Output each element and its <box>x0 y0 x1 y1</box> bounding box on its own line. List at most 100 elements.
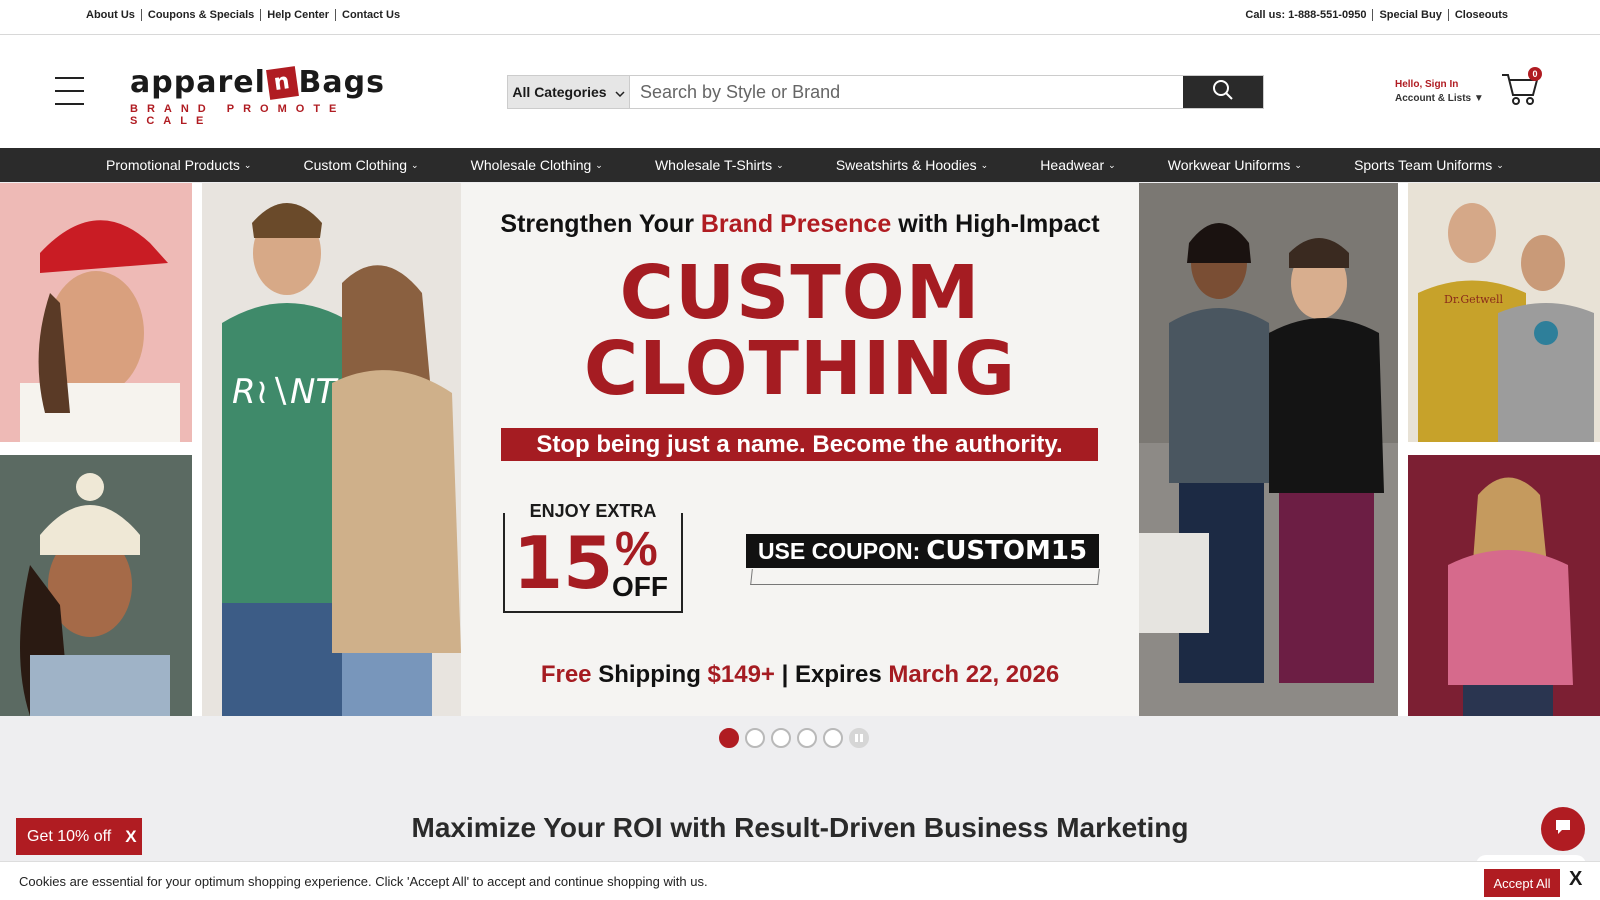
coupons-specials-link[interactable]: Coupons & Specials <box>142 9 262 21</box>
enjoy-extra-label: ENJOY EXTRA <box>523 501 663 522</box>
carousel-dot-1[interactable] <box>719 728 739 748</box>
discount-box: ENJOY EXTRA 15 % OFF <box>503 501 683 613</box>
carousel-dots <box>719 728 869 748</box>
shipping-line: Free Shipping $149+ | Expires March 22, … <box>461 661 1139 689</box>
search-button[interactable] <box>1183 76 1263 108</box>
sign-in-label: Hello, Sign In <box>1395 79 1459 90</box>
nav-wholesale-tshirts[interactable]: Wholesale T-Shirts ⌄ <box>655 157 784 173</box>
nav-label: Wholesale T-Shirts <box>654 157 773 173</box>
chevron-down-icon: ⌄ <box>411 159 419 170</box>
hero-headline: Strengthen Your Brand Presence with High… <box>461 210 1139 239</box>
category-select[interactable]: All Categories <box>508 76 630 108</box>
coupon-label: USE COUPON: <box>757 537 921 564</box>
nav-label: Workwear Uniforms <box>1167 157 1291 173</box>
hero-promo-panel: Strengthen Your Brand Presence with High… <box>461 183 1139 716</box>
nav-label: Sports Team Uniforms <box>1354 157 1493 173</box>
top-links-right: Call us: 1-888-551-0950 Special Buy Clos… <box>1239 9 1514 21</box>
carousel-dot-4[interactable] <box>797 728 817 748</box>
close-icon[interactable]: X <box>1569 868 1582 891</box>
ship-expires: Expires <box>795 661 882 688</box>
nav-label: Headwear <box>1040 157 1105 173</box>
photo-red-cap-woman <box>0 183 192 442</box>
account-menu[interactable]: Hello, Sign In Account & Lists ▼ <box>1395 78 1484 106</box>
about-us-link[interactable]: About Us <box>86 9 142 21</box>
pause-icon[interactable] <box>849 728 869 748</box>
chat-button[interactable] <box>1541 807 1585 851</box>
carousel-dot-2[interactable] <box>745 728 765 748</box>
logo-word-bags: Bags <box>298 65 385 100</box>
nav-label: Promotional Products <box>106 157 240 173</box>
search-input[interactable] <box>630 76 1183 108</box>
nav-promotional-products[interactable]: Promotional Products ⌄ <box>106 157 251 173</box>
coupon-banner: USE COUPON: CUSTOM15 <box>746 534 1099 568</box>
nav-workwear-uniforms[interactable]: Workwear Uniforms ⌄ <box>1168 157 1302 173</box>
discount-popup-label: Get 10% off <box>27 827 112 845</box>
search-bar: All Categories <box>507 75 1264 109</box>
carousel-dot-5[interactable] <box>823 728 843 748</box>
nav-label: Wholesale Clothing <box>470 157 592 173</box>
section-title: Maximize Your ROI with Result-Driven Bus… <box>411 812 1189 843</box>
call-us-link[interactable]: Call us: 1-888-551-0950 <box>1239 9 1374 21</box>
coupon-code: CUSTOM15 <box>926 536 1088 566</box>
closeouts-link[interactable]: Closeouts <box>1449 9 1514 21</box>
headline-highlight: Brand Presence <box>700 210 892 238</box>
nav-headwear[interactable]: Headwear ⌄ <box>1040 157 1115 173</box>
cookie-banner: Cookies are essential for your optimum s… <box>0 861 1600 900</box>
search-icon <box>1212 79 1234 106</box>
logo-n-badge: n <box>265 65 299 100</box>
hero-banner[interactable]: R≀∖NT Strengthen Your Brand Presence wit… <box>0 183 1600 716</box>
photo-workwear-couple <box>1139 183 1398 716</box>
menu-icon[interactable] <box>55 77 84 105</box>
main-nav: Promotional Products ⌄ Custom Clothing ⌄ W… <box>0 148 1600 182</box>
chevron-down-icon: ⌄ <box>1294 159 1302 170</box>
nav-wholesale-clothing[interactable]: Wholesale Clothing ⌄ <box>471 157 603 173</box>
special-buy-link[interactable]: Special Buy <box>1373 9 1449 21</box>
chevron-down-icon <box>615 84 625 100</box>
photo-tshirt-couple: Dr.Getwell <box>1408 183 1600 442</box>
carousel-dot-3[interactable] <box>771 728 791 748</box>
discount-off-label: OFF <box>612 571 668 602</box>
hero-title-line-1: CUSTOM <box>619 250 981 336</box>
nav-sweatshirts-hoodies[interactable]: Sweatshirts & Hoodies ⌄ <box>836 157 988 173</box>
photo-pink-jacket-woman <box>1408 455 1600 716</box>
help-center-link[interactable]: Help Center <box>261 9 336 21</box>
hero-title-line-2: CLOTHING <box>583 326 1017 412</box>
cart-button[interactable]: 0 <box>1500 67 1544 111</box>
hero-tagline: Stop being just a name. Become the autho… <box>501 428 1098 461</box>
cart-count-badge: 0 <box>1528 67 1542 81</box>
nav-custom-clothing[interactable]: Custom Clothing ⌄ <box>304 157 419 173</box>
ship-amount: $149+ <box>707 661 775 688</box>
logo-tagline: BRAND PROMOTE SCALE <box>130 103 346 127</box>
photo-beanie-woman <box>0 455 192 716</box>
svg-text:R≀∖NT: R≀∖NT <box>232 372 338 412</box>
chevron-down-icon: ⌄ <box>980 159 989 170</box>
top-utility-bar: About Us Coupons & Specials Help Center … <box>0 0 1600 35</box>
nav-label: Sweatshirts & Hoodies <box>835 157 977 173</box>
headline-text-end: with High-Impact <box>898 210 1100 238</box>
discount-percent-sign: % <box>615 523 658 576</box>
accept-all-button[interactable]: Accept All <box>1484 869 1560 897</box>
discount-popup-tab[interactable]: Get 10% off X <box>16 818 142 855</box>
contact-us-link[interactable]: Contact Us <box>336 9 406 21</box>
ship-date: March 22, 2026 <box>888 661 1060 688</box>
ship-separator: | <box>781 661 789 688</box>
account-lists-label: Account & Lists <box>1395 93 1472 104</box>
site-header: apparel n Bags BRAND PROMOTE SCALE All C… <box>0 35 1600 148</box>
chevron-down-icon: ⌄ <box>776 159 784 170</box>
ship-free: Free <box>540 661 592 688</box>
cart-icon <box>1500 74 1540 111</box>
cookie-message: Cookies are essential for your optimum s… <box>19 874 708 889</box>
photo-hoodie-couple: R≀∖NT <box>202 183 461 716</box>
chevron-down-icon: ⌄ <box>595 159 603 170</box>
chevron-down-icon: ⌄ <box>1108 159 1116 170</box>
nav-sports-team-uniforms[interactable]: Sports Team Uniforms ⌄ <box>1354 157 1504 173</box>
close-icon[interactable]: X <box>125 827 136 847</box>
discount-number: 15 <box>513 521 614 605</box>
nav-label: Custom Clothing <box>303 157 408 173</box>
caret-down-icon: ▼ <box>1473 93 1484 104</box>
site-logo[interactable]: apparel n Bags BRAND PROMOTE SCALE <box>130 65 390 127</box>
logo-word-apparel: apparel <box>130 65 266 100</box>
chevron-down-icon: ⌄ <box>243 159 252 170</box>
svg-text:Dr.Getwell: Dr.Getwell <box>1444 293 1504 306</box>
chat-bubble-icon <box>1553 817 1573 842</box>
